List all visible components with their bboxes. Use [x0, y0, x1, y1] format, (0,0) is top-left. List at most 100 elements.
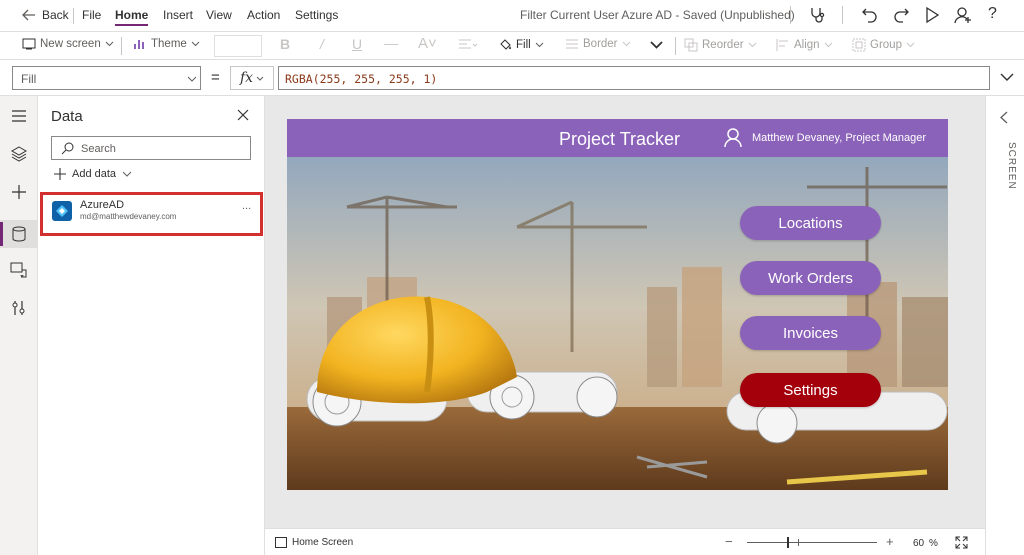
- app-screen[interactable]: Project Tracker Matthew Devaney, Project…: [287, 119, 948, 490]
- app-header: Project Tracker Matthew Devaney, Project…: [287, 119, 948, 157]
- underline-icon[interactable]: U: [352, 36, 362, 52]
- chevron-down-icon: [191, 41, 200, 47]
- active-indicator: [0, 222, 3, 246]
- undo-icon[interactable]: [862, 7, 878, 23]
- fit-to-window-icon[interactable]: [955, 536, 968, 549]
- hamburger-menu-icon[interactable]: [11, 110, 27, 122]
- add-plus-icon: [54, 168, 66, 180]
- equals-sign: =: [211, 69, 220, 86]
- strikethrough-icon[interactable]: ––: [384, 36, 398, 51]
- theme-button[interactable]: Theme: [133, 38, 200, 50]
- chevron-down-icon: [906, 42, 915, 48]
- align-label: Align: [794, 39, 820, 51]
- chevron-down-icon: [256, 76, 264, 81]
- border-label: Border: [583, 38, 618, 50]
- chevron-down-icon: [105, 41, 114, 47]
- data-rail-item[interactable]: [0, 220, 38, 248]
- insert-plus-icon[interactable]: [11, 184, 27, 200]
- text-align-icon[interactable]: [458, 39, 478, 51]
- zoom-slider-tick: [798, 539, 799, 546]
- title-divider: [790, 6, 791, 24]
- menu-bar: Back File Home Insert View Action Settin…: [0, 0, 1024, 32]
- user-icon: [724, 128, 742, 148]
- preview-play-icon[interactable]: [925, 7, 939, 23]
- menu-action[interactable]: Action: [247, 8, 280, 22]
- zoom-unit: %: [929, 538, 938, 549]
- new-screen-button[interactable]: New screen: [22, 38, 114, 50]
- theme-palette-icon: [134, 40, 144, 49]
- zoom-in-icon[interactable]: +: [886, 534, 894, 549]
- fx-icon: fx: [239, 70, 254, 86]
- formula-text: RGBA(255, 255, 255, 1): [285, 72, 438, 86]
- app-checker-stethoscope-icon[interactable]: [808, 6, 826, 24]
- menu-insert[interactable]: Insert: [163, 8, 193, 22]
- theme-label: Theme: [151, 38, 187, 50]
- app-title: Project Tracker: [559, 129, 681, 149]
- ribbon-expand-chevron-icon[interactable]: [650, 41, 663, 49]
- new-screen-icon: [22, 38, 36, 50]
- azuread-logo-icon: [52, 201, 72, 221]
- zoom-slider-thumb[interactable]: [787, 537, 789, 548]
- document-title: Filter Current User Azure AD - Saved (Un…: [520, 8, 795, 22]
- construction-background-image: Locations Work Orders Invoices Settings: [287, 157, 948, 490]
- back-arrow-icon[interactable]: [22, 8, 36, 22]
- source-account: md@matthewdevaney.com: [80, 212, 177, 221]
- user-label: Matthew Devaney, Project Manager: [752, 132, 927, 144]
- group-icon: [852, 38, 866, 52]
- search-input[interactable]: Search: [51, 136, 251, 160]
- advanced-tools-icon[interactable]: [11, 300, 27, 316]
- search-placeholder: Search: [81, 143, 116, 155]
- tree-view-layers-icon[interactable]: [11, 146, 27, 162]
- formula-bar: Fill = fx RGBA(255, 255, 255, 1): [0, 60, 1024, 96]
- share-user-icon[interactable]: [954, 6, 972, 24]
- work-orders-button[interactable]: Work Orders: [740, 261, 881, 295]
- media-icon[interactable]: [10, 262, 28, 278]
- border-button[interactable]: Border: [565, 38, 631, 50]
- fill-button[interactable]: Fill: [498, 38, 544, 52]
- help-icon[interactable]: ?: [988, 5, 997, 23]
- menu-file[interactable]: File: [82, 8, 101, 22]
- chevron-left-icon[interactable]: [1000, 111, 1008, 124]
- zoom-out-icon[interactable]: −: [725, 534, 733, 549]
- database-icon: [12, 226, 26, 242]
- zoom-slider-track[interactable]: [747, 542, 877, 543]
- font-color-icon[interactable]: A˅: [418, 35, 437, 52]
- invoices-button[interactable]: Invoices: [740, 316, 881, 350]
- align-button[interactable]: Align: [776, 38, 833, 52]
- menu-home[interactable]: Home: [115, 8, 149, 26]
- redo-icon[interactable]: [893, 7, 909, 23]
- left-rail: [0, 96, 38, 555]
- screen-tab-label[interactable]: SCREEN: [1006, 142, 1017, 190]
- azuread-data-source[interactable]: AzureAD md@matthewdevaney.com ...: [40, 192, 263, 236]
- new-screen-label: New screen: [40, 38, 101, 50]
- menu-settings[interactable]: Settings: [295, 8, 338, 22]
- back-button[interactable]: Back: [42, 8, 69, 22]
- status-bar: Home Screen − + 60 %: [265, 528, 985, 555]
- font-size-box[interactable]: [214, 35, 262, 57]
- menu-view[interactable]: View: [206, 8, 232, 22]
- border-lines-icon: [566, 39, 578, 49]
- reorder-button[interactable]: Reorder: [684, 38, 757, 52]
- italic-icon[interactable]: /: [320, 36, 324, 52]
- add-data-button[interactable]: Add data: [54, 168, 132, 180]
- more-options-icon[interactable]: ...: [242, 200, 251, 212]
- screen-selector[interactable]: Home Screen: [275, 537, 353, 548]
- group-button[interactable]: Group: [852, 38, 915, 52]
- align-icon: [776, 39, 788, 51]
- function-button[interactable]: fx: [230, 66, 274, 90]
- property-dropdown[interactable]: Fill: [12, 66, 201, 90]
- chevron-down-icon: [622, 41, 630, 47]
- locations-button[interactable]: Locations: [740, 206, 881, 240]
- chevron-down-icon: [122, 171, 132, 177]
- reorder-icon: [684, 38, 698, 52]
- chevron-down-icon: [535, 42, 544, 48]
- settings-button[interactable]: Settings: [740, 373, 881, 407]
- close-icon[interactable]: [237, 109, 249, 121]
- bold-icon[interactable]: B: [280, 36, 290, 52]
- ribbon-divider: [675, 37, 676, 55]
- group-label: Group: [870, 39, 902, 51]
- expand-formula-chevron-icon[interactable]: [1000, 73, 1014, 81]
- formula-input[interactable]: RGBA(255, 255, 255, 1): [278, 66, 990, 90]
- chevron-down-icon: [824, 42, 832, 48]
- ribbon: New screen Theme B / U –– A˅ Fill Border…: [0, 32, 1024, 60]
